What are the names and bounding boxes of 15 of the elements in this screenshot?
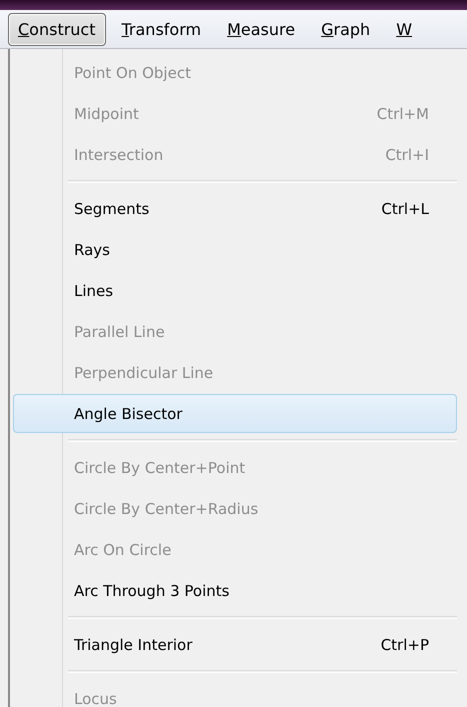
shortcut-label: Ctrl+L — [381, 200, 429, 218]
menu-title[interactable]: W — [386, 12, 422, 46]
menu-title[interactable]: Construct — [8, 12, 106, 46]
shortcut-label: Ctrl+P — [380, 636, 429, 654]
menu-item[interactable]: Arc Through 3 Points — [13, 571, 457, 610]
shortcut-label: Ctrl+M — [376, 104, 429, 122]
menu-title[interactable]: Transform — [112, 12, 212, 46]
shortcut-label: Ctrl+I — [385, 146, 429, 164]
menu-item[interactable]: Rays — [13, 230, 457, 269]
menu-item[interactable]: Lines — [13, 271, 457, 310]
menu-item[interactable]: Angle Bisector — [13, 394, 457, 433]
menu-item[interactable]: Triangle Interior Ctrl+P — [13, 625, 457, 664]
menu-title[interactable]: Graph — [311, 12, 380, 46]
menu-title[interactable]: Measure — [217, 12, 306, 46]
menu-item[interactable]: Segments Ctrl+L — [13, 189, 457, 228]
